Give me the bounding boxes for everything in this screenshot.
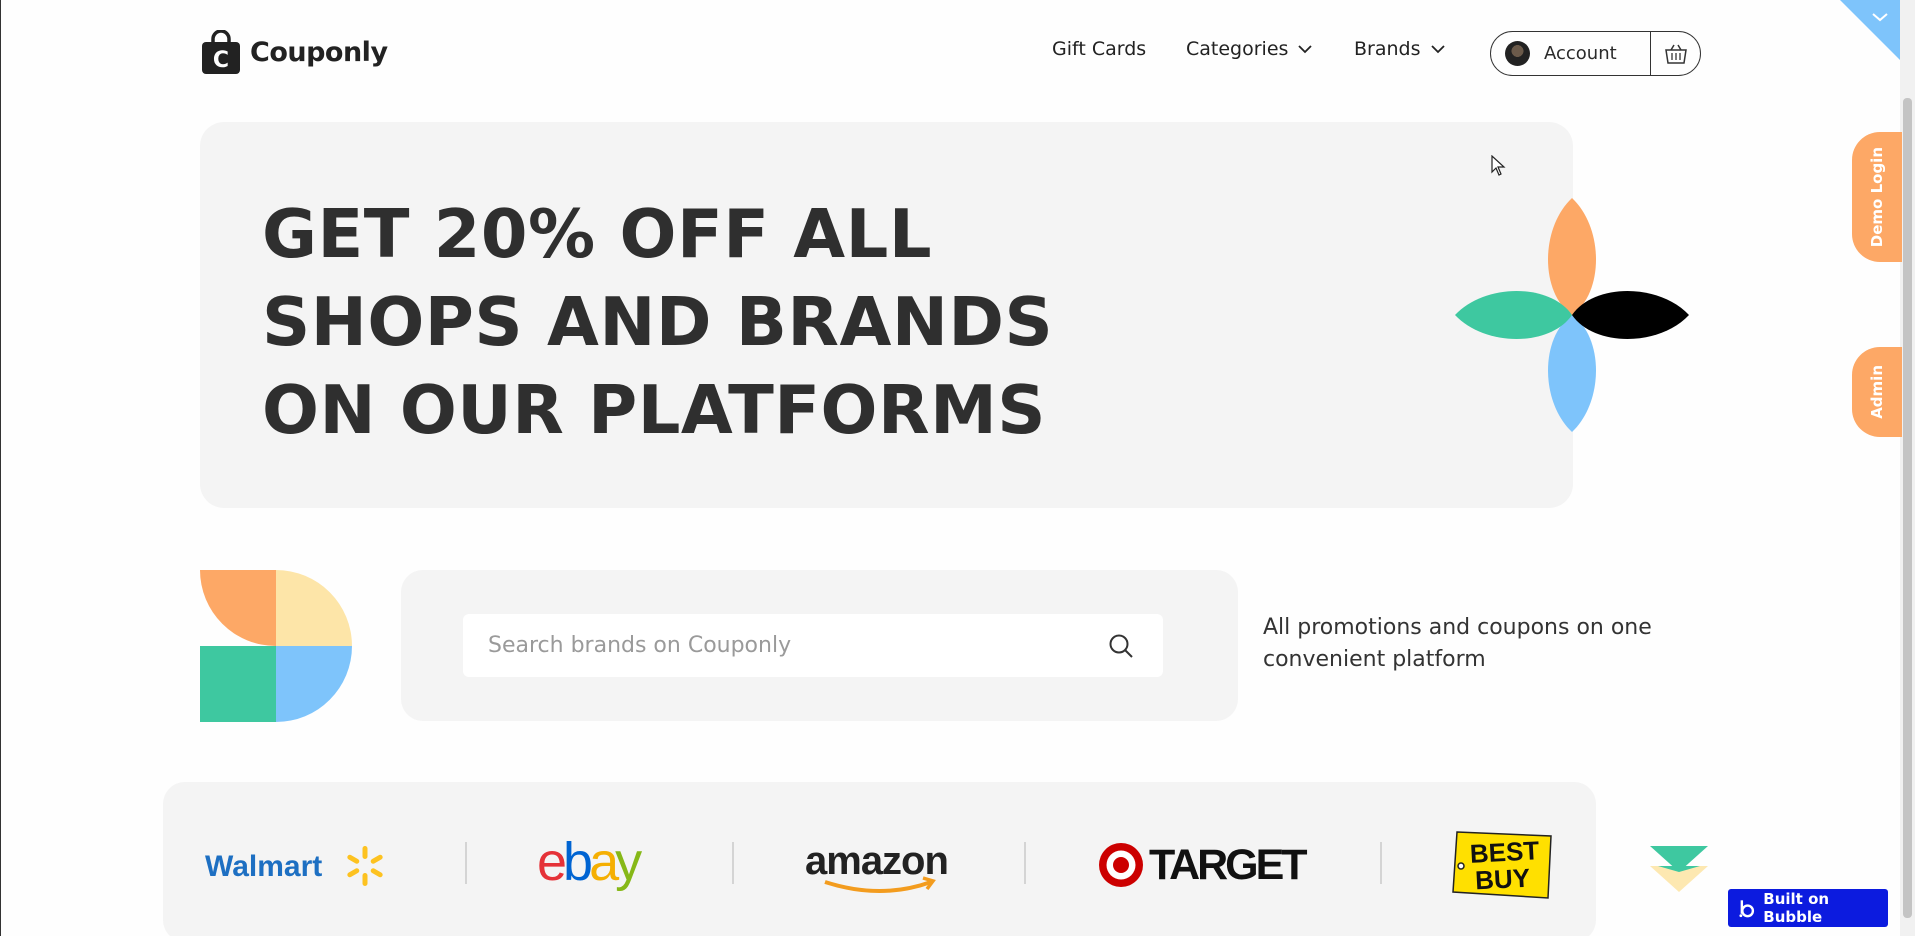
admin-label: Admin — [1868, 365, 1886, 419]
window-edge — [0, 0, 1, 936]
account-button[interactable]: Account — [1491, 32, 1651, 75]
ebay-logo-icon: ebay — [537, 836, 646, 892]
chevron-down-icon — [1298, 45, 1313, 54]
basket-icon — [1664, 44, 1687, 64]
nav-categories-label: Categories — [1186, 38, 1289, 60]
brand-logo-strip: Walmart ebay amazon TARGET BEST BUY — [163, 782, 1596, 936]
brand-divider — [465, 842, 467, 884]
brand-divider — [1380, 842, 1382, 884]
svg-text:TARGET: TARGET — [1149, 841, 1307, 889]
built-on-bubble-label: Built on Bubble — [1763, 890, 1830, 926]
demo-login-tab[interactable]: Demo Login — [1852, 132, 1902, 262]
brand-logo-ebay[interactable]: ebay — [537, 836, 667, 892]
cart-button[interactable] — [1651, 32, 1700, 75]
brand-logo[interactable]: C Couponly — [200, 30, 388, 74]
search-card — [401, 570, 1238, 721]
amazon-logo-icon: amazon — [805, 839, 949, 893]
nav-gift-cards-label: Gift Cards — [1052, 38, 1147, 60]
built-on-bubble-badge[interactable]: Built on Bubble — [1728, 889, 1888, 927]
nav-categories-dropdown[interactable]: Categories — [1186, 38, 1313, 60]
account-label: Account — [1544, 43, 1617, 64]
brand-logo-target[interactable]: TARGET — [1097, 840, 1311, 890]
svg-text:C: C — [213, 48, 229, 73]
double-chevron-down-icon[interactable] — [1650, 846, 1708, 894]
search-input[interactable] — [463, 614, 1163, 677]
brand-logo-bestbuy[interactable]: BEST BUY — [1451, 828, 1555, 900]
target-logo-icon: TARGET — [1099, 841, 1310, 889]
flower-decoration-icon — [1455, 198, 1689, 432]
brand-name: Couponly — [250, 36, 388, 68]
corner-dropdown-toggle[interactable] — [1840, 0, 1900, 60]
search-icon[interactable] — [1108, 633, 1134, 659]
walmart-logo-icon: Walmart — [205, 846, 383, 886]
bubble-logo-icon — [1739, 900, 1755, 918]
nav-brands-dropdown[interactable]: Brands — [1354, 38, 1445, 60]
brand-divider — [1024, 842, 1026, 884]
admin-tab[interactable]: Admin — [1852, 347, 1902, 437]
scrollbar-thumb[interactable] — [1903, 98, 1912, 918]
svg-text:ebay: ebay — [537, 836, 642, 892]
mouse-cursor-icon — [1491, 155, 1506, 176]
quadrant-shape-decoration-icon — [200, 570, 352, 722]
nav-brands-label: Brands — [1354, 38, 1421, 60]
brand-logo-amazon[interactable]: amazon — [803, 838, 959, 898]
hero-banner: GET 20% OFF ALL SHOPS AND BRANDS ON OUR … — [200, 122, 1573, 508]
nav-gift-cards[interactable]: Gift Cards — [1052, 38, 1146, 60]
brand-divider — [732, 842, 734, 884]
avatar — [1505, 41, 1530, 66]
svg-text:Walmart: Walmart — [205, 850, 322, 883]
demo-login-label: Demo Login — [1868, 146, 1886, 248]
brand-logo-walmart[interactable]: Walmart — [205, 844, 385, 888]
account-cart-group: Account — [1490, 31, 1701, 76]
svg-text:BUY: BUY — [1474, 863, 1530, 896]
search-tagline: All promotions and coupons on one conven… — [1263, 615, 1652, 672]
chevron-down-icon — [1430, 45, 1445, 54]
hero-title: GET 20% OFF ALL SHOPS AND BRANDS ON OUR … — [262, 195, 1054, 449]
bestbuy-logo-icon: BEST BUY — [1452, 831, 1552, 899]
svg-text:amazon: amazon — [805, 839, 948, 883]
shopping-bag-logo-icon: C — [202, 30, 240, 74]
